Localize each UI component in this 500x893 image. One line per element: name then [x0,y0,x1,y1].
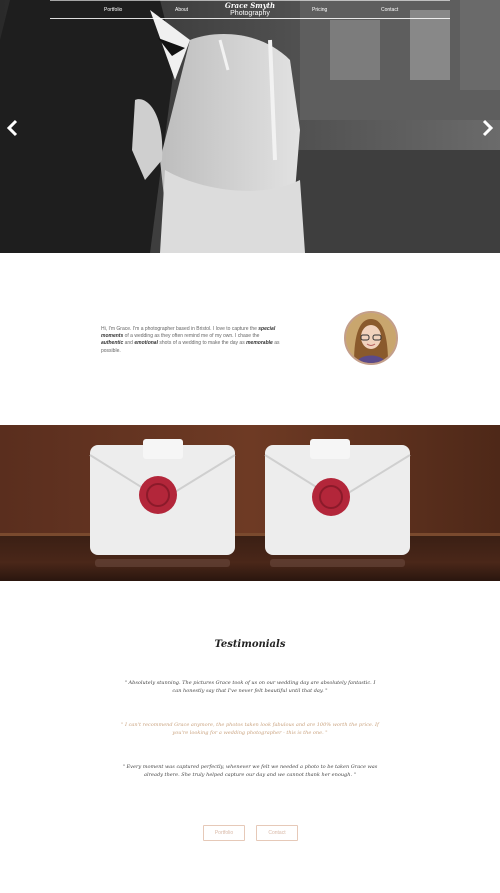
hero-slider: Portfolio About Grace Smyth Photography … [0,0,500,253]
contact-button[interactable]: Contact [256,825,298,841]
about-section: Hi, I'm Grace. I'm a photographer based … [0,253,500,425]
testimonial-quote: " Absolutely stunning. The pictures Grac… [124,680,376,694]
hero-photo [0,0,500,253]
chevron-right-icon[interactable] [480,119,494,137]
top-nav: Portfolio About Grace Smyth Photography … [50,0,450,19]
section-title: Testimonials [214,639,286,650]
nav-about[interactable]: About [175,7,188,13]
testimonial-quote: " I can't recommend Grace anymore, the p… [121,722,379,736]
brand-logo[interactable]: Grace Smyth Photography [220,2,280,17]
brand-name: Grace Smyth [224,1,276,10]
brand-subtitle: Photography [230,10,270,17]
portfolio-button[interactable]: Portfolio [203,825,245,841]
chevron-left-icon[interactable] [6,119,20,137]
nav-portfolio[interactable]: Portfolio [104,7,122,13]
testimonial-quote: " Every moment was captured perfectly, w… [122,764,378,778]
nav-pricing[interactable]: Pricing [312,7,327,13]
boxes-photo [0,425,500,581]
about-text: Hi, I'm Grace. I'm a photographer based … [101,326,280,354]
avatar [344,311,398,365]
testimonials-section: Testimonials " Absolutely stunning. The … [0,581,500,893]
nav-contact[interactable]: Contact [381,7,398,13]
feature-photo [0,425,500,581]
